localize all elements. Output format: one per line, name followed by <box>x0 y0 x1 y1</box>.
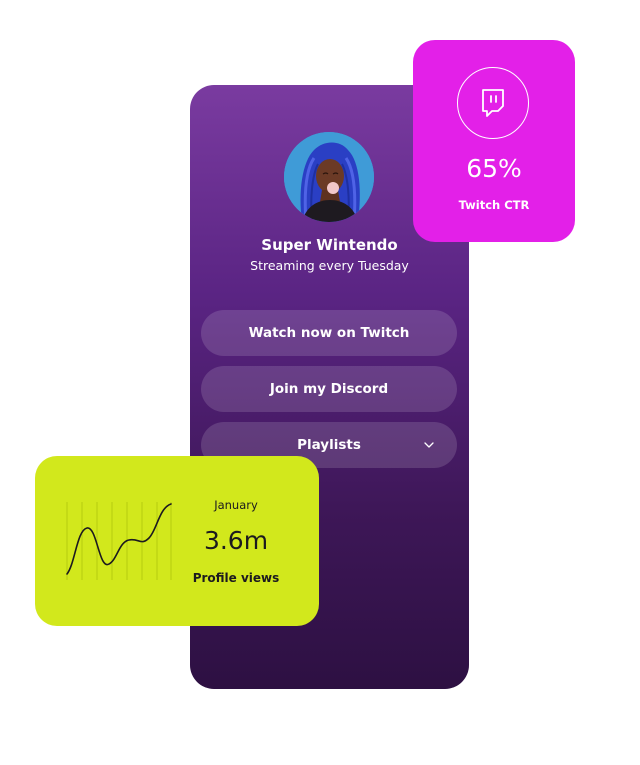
playlists-label: Playlists <box>297 437 361 453</box>
profile-views-label: Profile views <box>192 571 280 585</box>
watch-on-twitch-button[interactable]: Watch now on Twitch <box>201 310 457 356</box>
profile-views-card: January 3.6m Profile views <box>35 456 319 626</box>
twitch-ctr-label: Twitch CTR <box>458 198 530 212</box>
twitch-ctr-value: 65% <box>466 154 522 183</box>
profile-views-value: 3.6m <box>203 526 269 555</box>
twitch-icon <box>482 89 504 117</box>
chevron-down-icon <box>424 442 434 448</box>
profile-tagline: Streaming every Tuesday <box>250 258 409 273</box>
page: Super Wintendo Streaming every Tuesday W… <box>0 0 640 765</box>
watch-on-twitch-label: Watch now on Twitch <box>248 325 410 341</box>
twitch-ctr-card: 65% Twitch CTR <box>413 40 575 242</box>
join-discord-button[interactable]: Join my Discord <box>201 366 457 412</box>
join-discord-label: Join my Discord <box>269 381 389 397</box>
twitch-icon-ring <box>457 67 529 139</box>
avatar-image <box>284 132 374 222</box>
profile-views-sparkline <box>66 502 172 580</box>
avatar <box>284 132 374 222</box>
views-month: January <box>214 498 258 512</box>
